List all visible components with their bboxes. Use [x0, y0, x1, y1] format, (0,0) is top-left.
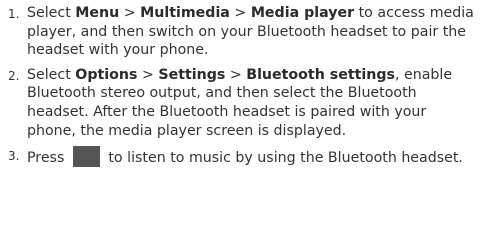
menu-path-item: Menu [75, 5, 120, 21]
step-text: Select Options > Settings > Bluetooth se… [27, 66, 475, 140]
step-text-part: to listen to music by using the Bluetoot… [103, 150, 463, 167]
step-number: 2. [8, 68, 20, 83]
menu-path-item: Settings [158, 66, 226, 83]
menu-path-item: Media player [250, 5, 355, 21]
instruction-list: 1. Select Menu > Multimedia > Media play… [0, 0, 481, 168]
step-1: 1. Select Menu > Multimedia > Media play… [8, 4, 475, 60]
path-separator: > [229, 5, 251, 21]
step-number: 1. [8, 7, 20, 21]
step-text: Press to listen to music by using the Bl… [27, 146, 475, 168]
menu-path-item: Multimedia [140, 5, 230, 21]
path-separator: > [119, 5, 141, 21]
menu-path-item: Options [75, 66, 138, 83]
menu-path-item: Bluetooth settings [246, 66, 395, 83]
step-text-part: Press [27, 150, 69, 167]
step-text-part: Select [27, 66, 76, 83]
play-key-icon [72, 146, 100, 168]
step-text-part: Select [27, 5, 76, 21]
path-separator: > [137, 66, 159, 83]
step-text: Select Menu > Multimedia > Media player … [27, 4, 475, 60]
step-number: 3. [8, 149, 20, 164]
step-2: 2. Select Options > Settings > Bluetooth… [8, 66, 475, 140]
step-3: 3. Press to listen to music by using the… [8, 146, 475, 168]
path-separator: > [225, 66, 247, 83]
